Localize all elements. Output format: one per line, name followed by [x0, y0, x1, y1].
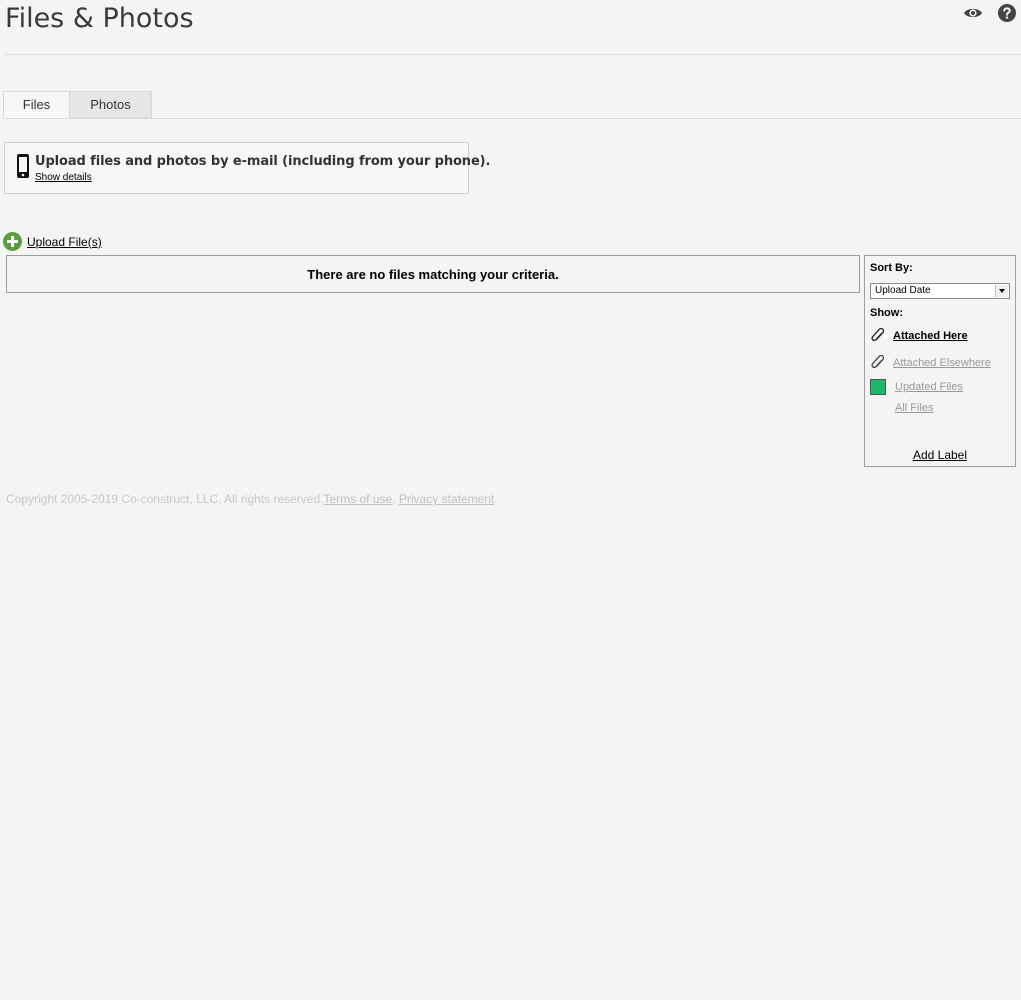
- filter-updated-files[interactable]: Updated Files: [870, 379, 963, 395]
- footer-end: .: [494, 492, 498, 506]
- filter-sidebar: Sort By: Upload Date Show: Attached Here…: [864, 255, 1016, 467]
- paperclip-icon: [871, 327, 885, 342]
- filter-attached-elsewhere[interactable]: Attached Elsewhere: [870, 354, 991, 372]
- sort-select[interactable]: Upload Date: [870, 283, 1010, 299]
- footer: Copyright 2005-2019 Co-construct, LLC. A…: [6, 492, 498, 506]
- header-icons: [963, 3, 1017, 23]
- filter-all-files-label[interactable]: All Files: [895, 402, 934, 414]
- footer-separator: .: [392, 492, 396, 506]
- footer-copyright: Copyright 2005-2019 Co-construct, LLC. A…: [6, 492, 324, 506]
- title-divider: [5, 54, 1021, 55]
- filter-updated-files-label[interactable]: Updated Files: [895, 381, 963, 393]
- add-circle-icon[interactable]: [3, 232, 22, 251]
- sort-selected-value: Upload Date: [875, 285, 931, 296]
- add-label-link[interactable]: Add Label: [865, 448, 1015, 462]
- email-upload-box: Upload files and photos by e-mail (inclu…: [4, 142, 490, 194]
- show-details-link[interactable]: Show details: [35, 172, 92, 183]
- empty-results-message: There are no files matching your criteri…: [307, 266, 559, 282]
- updated-files-swatch: [870, 379, 886, 395]
- paperclip-icon: [871, 354, 885, 369]
- email-upload-message: Upload files and photos by e-mail (inclu…: [35, 154, 491, 169]
- dropdown-arrow-icon[interactable]: [995, 285, 1008, 297]
- filter-attached-elsewhere-label[interactable]: Attached Elsewhere: [893, 357, 991, 369]
- file-results-panel: There are no files matching your criteri…: [6, 255, 860, 293]
- upload-files-label[interactable]: Upload File(s): [27, 235, 102, 249]
- eye-icon[interactable]: [963, 3, 983, 23]
- tabs-divider: [3, 118, 1021, 119]
- page-title: Files & Photos: [5, 3, 194, 34]
- tab-photos[interactable]: Photos: [70, 91, 152, 118]
- tab-files[interactable]: Files: [3, 91, 70, 118]
- sort-by-label: Sort By:: [870, 262, 913, 274]
- upload-files-button[interactable]: Upload File(s): [3, 232, 102, 251]
- help-icon[interactable]: [997, 3, 1017, 23]
- show-label: Show:: [870, 307, 903, 319]
- terms-of-use-link[interactable]: Terms of use: [324, 492, 393, 506]
- privacy-statement-link[interactable]: Privacy statement: [399, 492, 494, 506]
- filter-attached-here-label[interactable]: Attached Here: [893, 330, 968, 342]
- filter-all-files[interactable]: All Files: [895, 402, 934, 414]
- phone-icon: [17, 154, 29, 178]
- tab-bar: Files Photos: [3, 91, 152, 118]
- filter-attached-here[interactable]: Attached Here: [870, 327, 968, 345]
